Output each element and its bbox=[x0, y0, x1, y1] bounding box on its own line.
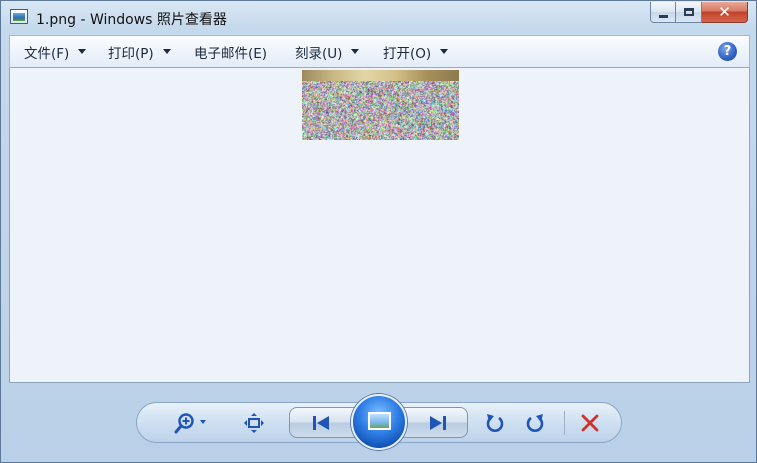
title-bar[interactable]: 1.png - Windows 照片查看器 ✕ bbox=[1, 1, 756, 35]
menu-bar: 文件(F) 打印(P) 电子邮件(E) 刻录(U) 打开(O) ? bbox=[9, 35, 750, 68]
menu-file[interactable]: 文件(F) bbox=[24, 36, 87, 67]
rotate-clockwise-icon bbox=[526, 414, 544, 432]
photo-viewer-window: 1.png - Windows 照片查看器 ✕ 文件(F) 打印(P) 电子邮件… bbox=[0, 0, 757, 463]
menu-email[interactable]: 电子邮件(E) bbox=[194, 36, 267, 67]
previous-icon bbox=[313, 416, 329, 430]
close-icon: ✕ bbox=[718, 2, 731, 21]
zoom-icon bbox=[174, 413, 206, 434]
rotate-clockwise-button[interactable] bbox=[522, 410, 548, 436]
image-top-strip bbox=[302, 70, 459, 81]
menu-open[interactable]: 打开(O) bbox=[383, 36, 449, 67]
menu-print[interactable]: 打印(P) bbox=[108, 36, 171, 67]
image-noise-region bbox=[302, 81, 459, 140]
close-button[interactable]: ✕ bbox=[702, 2, 748, 23]
zoom-button[interactable] bbox=[171, 411, 211, 435]
chevron-down-icon bbox=[78, 49, 87, 54]
menu-burn-label: 刻录(U) bbox=[295, 45, 343, 62]
actual-size-icon bbox=[244, 413, 264, 433]
chevron-down-icon bbox=[162, 49, 171, 54]
menu-email-label: 电子邮件(E) bbox=[194, 45, 268, 62]
menu-burn[interactable]: 刻录(U) bbox=[295, 36, 360, 67]
next-button[interactable] bbox=[421, 411, 455, 435]
maximize-button[interactable] bbox=[676, 2, 702, 23]
delete-icon bbox=[581, 414, 599, 432]
delete-button[interactable] bbox=[577, 410, 603, 436]
next-icon bbox=[430, 416, 446, 430]
rotate-counterclockwise-icon bbox=[486, 414, 504, 432]
minimize-icon bbox=[658, 14, 668, 18]
image-viewport[interactable] bbox=[9, 68, 750, 383]
photo-viewer-app-icon[interactable] bbox=[10, 9, 28, 24]
menu-open-label: 打开(O) bbox=[383, 45, 432, 62]
rotate-counterclockwise-button[interactable] bbox=[482, 410, 508, 436]
control-separator bbox=[564, 411, 565, 435]
menu-file-label: 文件(F) bbox=[24, 45, 70, 62]
slideshow-icon bbox=[368, 412, 391, 430]
help-icon[interactable]: ? bbox=[718, 42, 737, 61]
actual-size-button[interactable] bbox=[241, 411, 267, 435]
chevron-down-icon bbox=[440, 49, 449, 54]
chevron-down-icon bbox=[351, 49, 360, 54]
menu-print-label: 打印(P) bbox=[108, 45, 154, 62]
maximize-icon bbox=[683, 8, 694, 16]
previous-button[interactable] bbox=[304, 411, 338, 435]
window-controls: ✕ bbox=[650, 2, 748, 24]
minimize-button[interactable] bbox=[650, 2, 676, 23]
slideshow-button[interactable] bbox=[351, 394, 407, 450]
displayed-image bbox=[302, 70, 459, 140]
window-title: 1.png - Windows 照片查看器 bbox=[36, 12, 227, 28]
